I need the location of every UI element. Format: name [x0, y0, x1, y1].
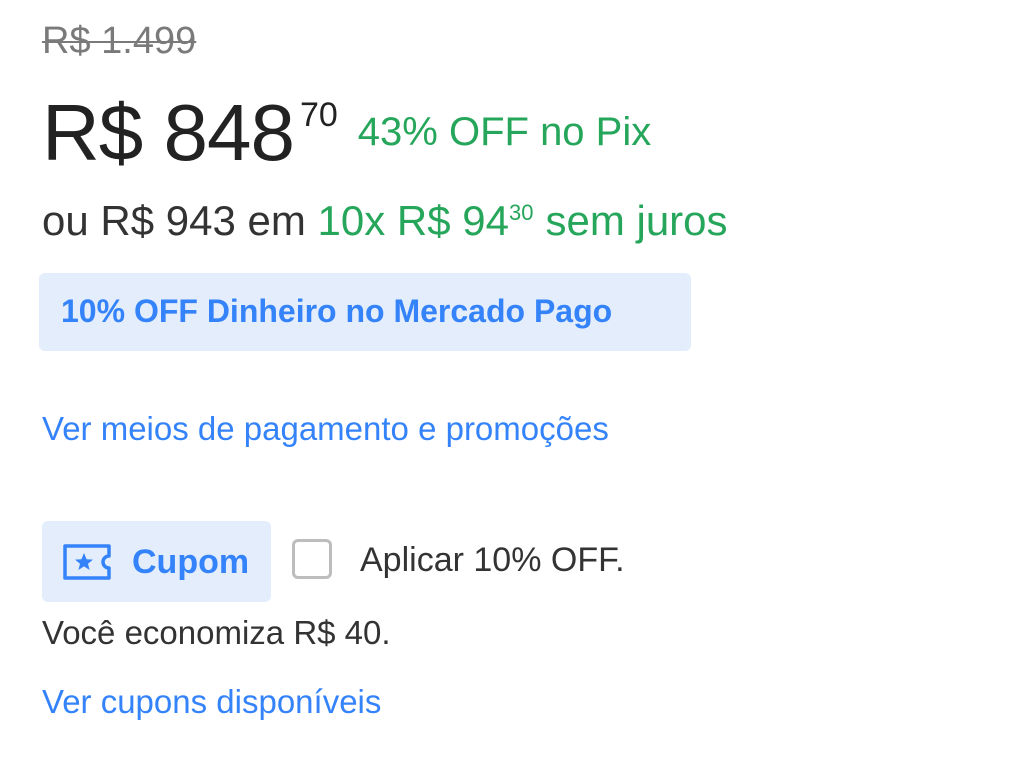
installments-suffix: sem juros: [545, 197, 728, 244]
coupon-button[interactable]: Cupom: [42, 521, 271, 602]
savings-text: Você economiza R$ 40.: [42, 614, 391, 651]
payment-methods-link[interactable]: Ver meios de pagamento e promoções: [42, 410, 609, 448]
promo-label: 10% OFF Dinheiro no Mercado Pago: [61, 293, 613, 329]
installments-cents: 30: [508, 200, 534, 225]
current-price: R$ 848 70 43% OFF no Pix: [42, 88, 651, 178]
installments-info: ou R$ 943 em 10x R$ 94 30 sem juros: [42, 196, 728, 246]
mercado-pago-promo-banner: 10% OFF Dinheiro no Mercado Pago: [39, 273, 691, 351]
price-cents: 70: [299, 96, 338, 134]
installments-prefix: ou R$ 943 em: [42, 197, 318, 244]
price-integer: R$ 848: [42, 88, 295, 177]
coupon-button-label: Cupom: [132, 543, 250, 581]
apply-discount-checkbox[interactable]: [292, 539, 332, 579]
apply-discount-label: Aplicar 10% OFF.: [360, 541, 625, 579]
installments-value: 10x R$ 94: [317, 197, 509, 244]
coupon-ticket-star-icon: [63, 544, 111, 580]
available-coupons-link[interactable]: Ver cupons disponíveis: [42, 683, 381, 721]
pix-discount-label: 43% OFF no Pix: [357, 110, 652, 154]
original-price: R$ 1.499: [42, 20, 197, 62]
